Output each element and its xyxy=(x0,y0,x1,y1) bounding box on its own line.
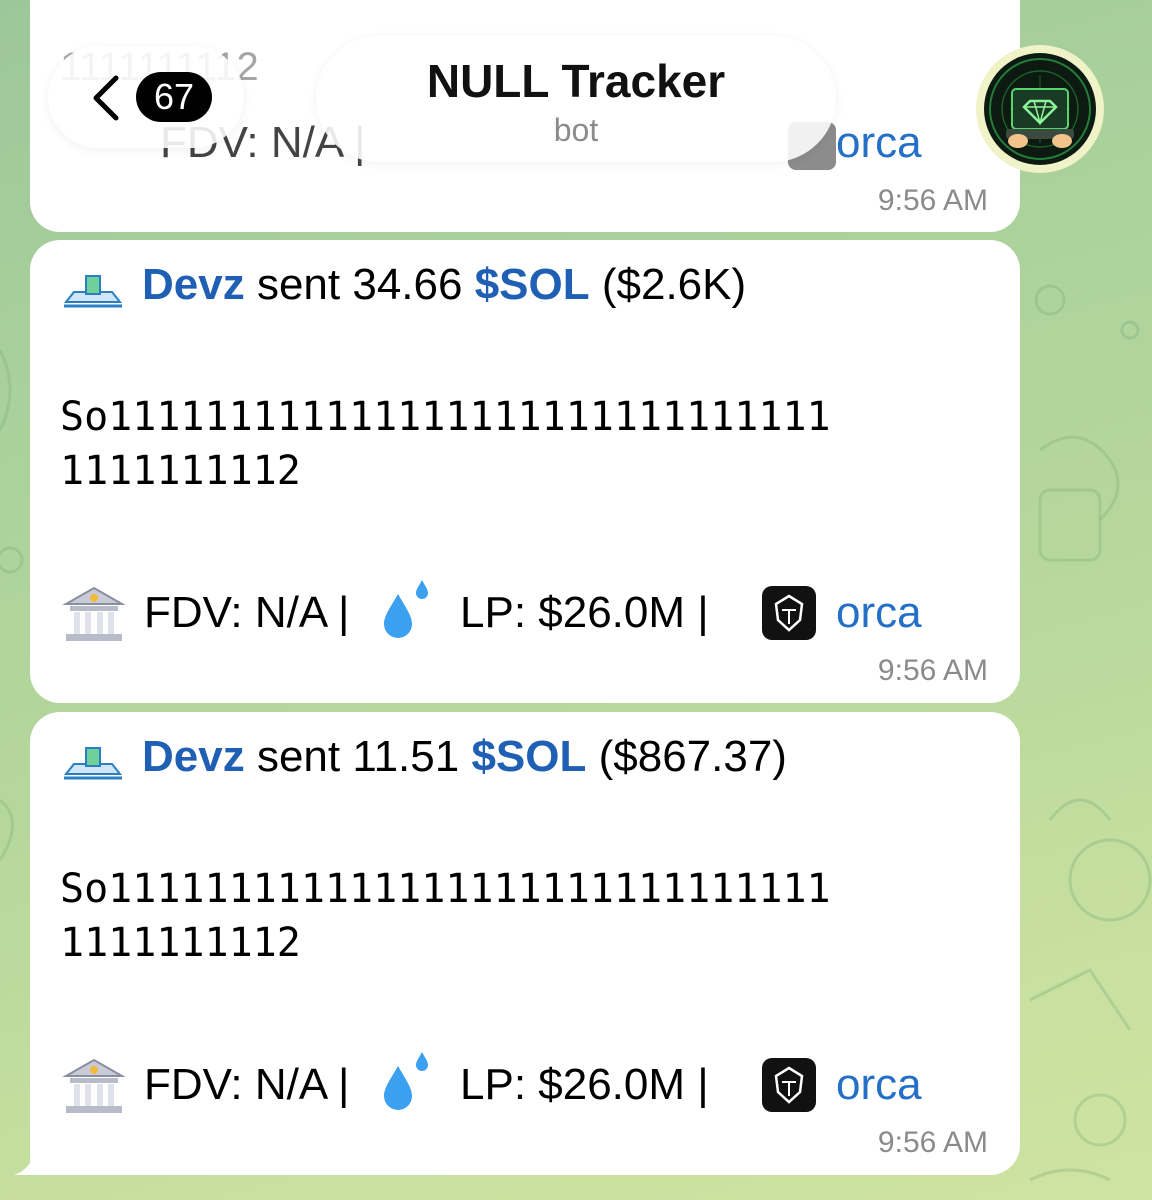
chat-subtitle: bot xyxy=(553,112,599,148)
token-address-line-2: 1111111112 xyxy=(60,920,301,966)
message-bubble: Devz sent 34.66 $SOL ($2.6K) So111111111… xyxy=(30,240,1020,703)
usd-value: ($867.37) xyxy=(598,732,787,781)
token-address-line-1: So111111111111111111111111111111 xyxy=(60,866,831,912)
dex-link[interactable]: orca xyxy=(836,588,922,638)
bank-icon xyxy=(62,586,126,641)
transfer-verb: sent xyxy=(256,732,341,781)
fdv-text: FDV: N/A | xyxy=(144,588,350,637)
back-button[interactable]: 67 xyxy=(48,46,244,148)
transfer-icon xyxy=(63,747,123,780)
message-time: 9:56 AM xyxy=(877,1126,988,1159)
lp-text: LP: $26.0M | xyxy=(460,1060,709,1109)
transfer-amount: 11.51 xyxy=(352,732,460,781)
token-address-line-1: So111111111111111111111111111111 xyxy=(60,394,831,440)
chat-title-pill[interactable]: NULL Tracker bot xyxy=(316,36,836,162)
eagle-dex-icon xyxy=(762,586,816,640)
previous-dex-link[interactable]: orca xyxy=(836,118,922,168)
bubble-tail xyxy=(14,1150,54,1175)
sender-name[interactable]: Devz xyxy=(142,260,245,309)
usd-value: ($2.6K) xyxy=(601,260,747,309)
transfer-summary: Devz sent 11.51 $SOL ($867.37) xyxy=(142,732,787,782)
hacker-diamond-icon xyxy=(984,53,1096,165)
droplet-icon xyxy=(384,1052,428,1110)
chevron-left-icon xyxy=(93,75,119,121)
token-address[interactable]: So111111111111111111111111111111 11111111… xyxy=(60,390,1000,498)
token-address[interactable]: So111111111111111111111111111111 11111111… xyxy=(60,862,1000,970)
lp-text: LP: $26.0M | xyxy=(460,588,709,637)
transfer-verb: sent xyxy=(256,260,341,309)
dex-link[interactable]: orca xyxy=(836,1060,922,1110)
bank-icon xyxy=(62,1058,126,1113)
bot-avatar[interactable] xyxy=(976,45,1104,173)
eagle-dex-icon xyxy=(762,1058,816,1112)
token-symbol[interactable]: $SOL xyxy=(471,732,586,781)
transfer-amount: 34.66 xyxy=(352,260,463,309)
token-symbol[interactable]: $SOL xyxy=(475,260,590,309)
fdv-text: FDV: N/A | xyxy=(144,1060,350,1109)
droplet-icon xyxy=(384,580,428,638)
message-time: 9:56 AM xyxy=(877,654,988,687)
token-address-line-2: 1111111112 xyxy=(60,448,301,494)
sender-name[interactable]: Devz xyxy=(142,732,245,781)
chat-title: NULL Tracker xyxy=(426,55,726,107)
unread-count-badge: 67 xyxy=(136,72,212,122)
message-bubble: Devz sent 11.51 $SOL ($867.37) So1111111… xyxy=(30,712,1020,1175)
previous-message-time: 9:56 AM xyxy=(877,184,988,217)
transfer-summary: Devz sent 34.66 $SOL ($2.6K) xyxy=(142,260,746,310)
transfer-icon xyxy=(63,275,123,308)
